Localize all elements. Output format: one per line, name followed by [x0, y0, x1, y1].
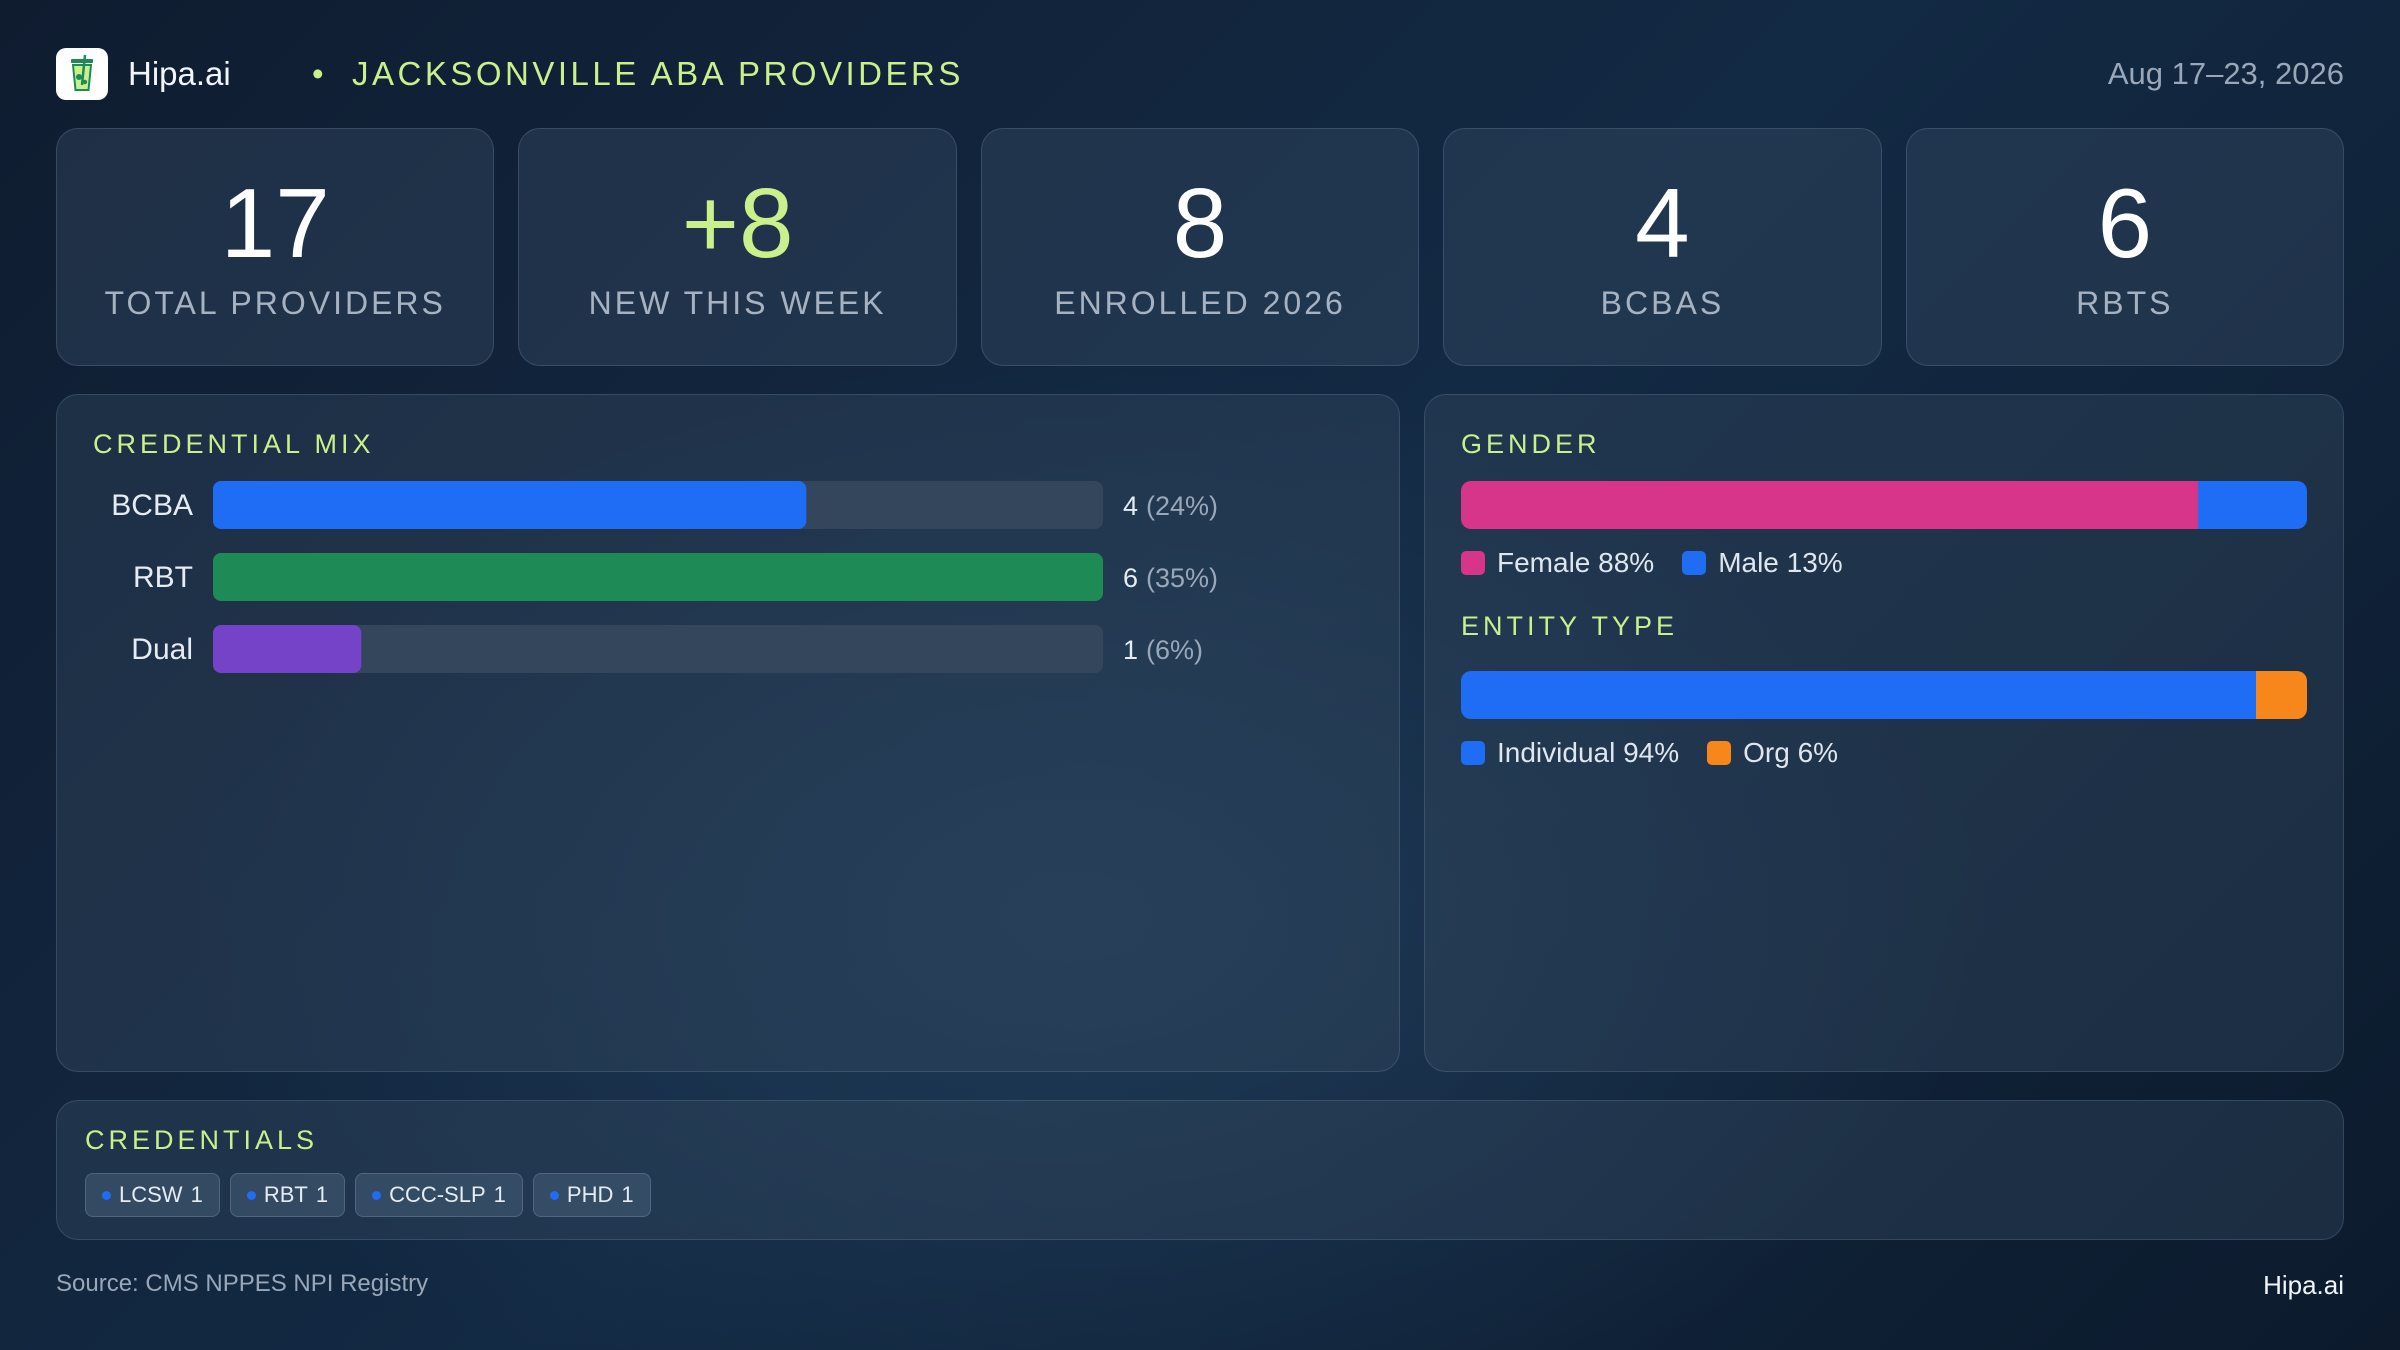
- kpi-value: 6: [2097, 168, 2153, 278]
- gender-title: GENDER: [1461, 429, 1601, 459]
- legend-item: Male 13%: [1682, 547, 1843, 579]
- bar-category-label: RBT: [133, 561, 193, 594]
- entity-type-legend: Individual 94% Org 6%: [1461, 737, 1838, 769]
- bar-category-label: BCBA: [111, 489, 193, 522]
- chip-count: 1: [621, 1182, 634, 1207]
- gender-legend: Female 88% Male 13%: [1461, 547, 1843, 579]
- dot-icon: [549, 1190, 559, 1200]
- chip-name: CCC-SLP: [389, 1182, 486, 1207]
- bar-percent: (35%): [1146, 563, 1218, 593]
- legend-label: Male 13%: [1718, 547, 1843, 578]
- kpi-value: +8: [681, 168, 794, 278]
- entity-type-stacked-bar: [1461, 671, 2307, 719]
- kpi-bcbas: 4 BCBAS: [1443, 128, 1882, 366]
- bar-percent: (24%): [1146, 491, 1218, 521]
- bar-bcba: [213, 481, 807, 529]
- title-separator: •: [312, 55, 324, 92]
- dot-icon: [246, 1190, 256, 1200]
- credential-mix-panel: CREDENTIAL MIX BCBA 4 (24%) RBT 6 (35%) Dual 1(…: [56, 394, 1400, 1072]
- chip-name: PHD: [566, 1182, 614, 1207]
- legend-swatch: [1461, 551, 1485, 575]
- kpi-enrolled-2026: 8 ENROLLED 2026: [980, 128, 1420, 366]
- kpi-value: 4: [1635, 168, 1690, 278]
- bar-dual: [213, 625, 362, 673]
- bar-value-label: 4 (24%): [1123, 491, 1218, 521]
- kpi-label: BCBAS: [1600, 285, 1725, 321]
- chip-name: LCSW: [119, 1182, 183, 1207]
- bar-value-label: 1 (6%): [1123, 635, 1203, 665]
- bar-rbt: [213, 553, 1103, 601]
- kpi-label: RBTS: [2076, 285, 2174, 321]
- credential-chip[interactable]: CCC-SLP 1: [355, 1173, 523, 1217]
- chip-count: 1: [190, 1182, 203, 1207]
- credential-chip[interactable]: LCSW 1: [85, 1173, 220, 1217]
- kpi-row: 17 TOTAL PROVIDERS +8 NEW THIS WEEK 8 EN…: [56, 128, 2345, 366]
- dot-icon: [102, 1190, 111, 1200]
- legend-item: Individual 94%: [1461, 737, 1679, 769]
- bar-count: 4: [1123, 491, 1138, 521]
- header: Hipa.ai • JACKSONVILLE ABA PROVIDERS Aug…: [56, 46, 2344, 102]
- page-title: JACKSONVILLE ABA PROVIDERS: [352, 55, 964, 92]
- credentials-title: CREDENTIALS: [85, 1125, 319, 1155]
- credential-chip[interactable]: PHD 1: [532, 1173, 651, 1217]
- credential-mix-chart: BCBA 4 (24%) RBT 6 (35%) Dual 1 (6%): [111, 481, 1218, 673]
- legend-swatch: [1461, 741, 1485, 765]
- entity-type-title: ENTITY TYPE: [1461, 611, 1679, 641]
- credentials-panel: CREDENTIALS LCSW 1 RBT 1 CCC-SLP 1 PHD 1: [56, 1100, 2344, 1240]
- kpi-rbts: 6 RBTS: [1905, 128, 2345, 366]
- bar-count: 6: [1123, 563, 1138, 593]
- legend-swatch: [1682, 551, 1707, 575]
- brand-name: Hipa.ai: [128, 55, 231, 92]
- kpi-label: NEW THIS WEEK: [588, 285, 887, 321]
- kpi-total-providers: 17 TOTAL PROVIDERS: [56, 128, 495, 366]
- bar-value-label: 6 (35%): [1123, 563, 1218, 593]
- credential-chip[interactable]: RBT 1: [229, 1173, 346, 1217]
- bar-percent: (6%): [1146, 635, 1203, 665]
- kpi-label: TOTAL PROVIDERS: [104, 285, 446, 321]
- date-range: Aug 17–23, 2026: [2107, 56, 2344, 91]
- legend-swatch: [1707, 741, 1732, 765]
- chip-count: 1: [315, 1182, 329, 1207]
- demographics-panel: GENDER Female 88% Male 13% ENTITY TYPE In…: [1424, 394, 2344, 1072]
- legend-item: Female 88%: [1461, 547, 1654, 579]
- stack-segment-female: [1461, 481, 2199, 529]
- footer-brand: Hipa.ai: [2263, 1270, 2344, 1300]
- legend-item: Org 6%: [1707, 737, 1838, 769]
- chip-name: RBT: [263, 1182, 308, 1207]
- kpi-value: 8: [1172, 168, 1228, 278]
- stack-segment-male: [2198, 481, 2307, 529]
- kpi-value: 17: [220, 168, 330, 278]
- kpi-label: ENROLLED 2026: [1054, 285, 1346, 321]
- stack-segment-org: [2256, 671, 2307, 719]
- data-source: Source: CMS NPPES NPI Registry: [56, 1270, 429, 1297]
- dot-icon: [372, 1190, 382, 1200]
- legend-label: Individual 94%: [1497, 737, 1680, 768]
- chip-count: 1: [493, 1182, 506, 1207]
- drink-cup-icon: [56, 48, 108, 100]
- bar-category-label: Dual: [131, 633, 193, 666]
- legend-label: Org 6%: [1743, 737, 1839, 768]
- kpi-new-this-week: +8 NEW THIS WEEK: [518, 128, 957, 366]
- gender-stacked-bar: [1461, 481, 2307, 529]
- legend-label: Female 88%: [1497, 547, 1655, 578]
- stack-segment-individual: [1461, 671, 2257, 719]
- credential-chips: LCSW 1 RBT 1 CCC-SLP 1 PHD 1: [85, 1173, 651, 1217]
- bar-count: 1: [1123, 635, 1138, 665]
